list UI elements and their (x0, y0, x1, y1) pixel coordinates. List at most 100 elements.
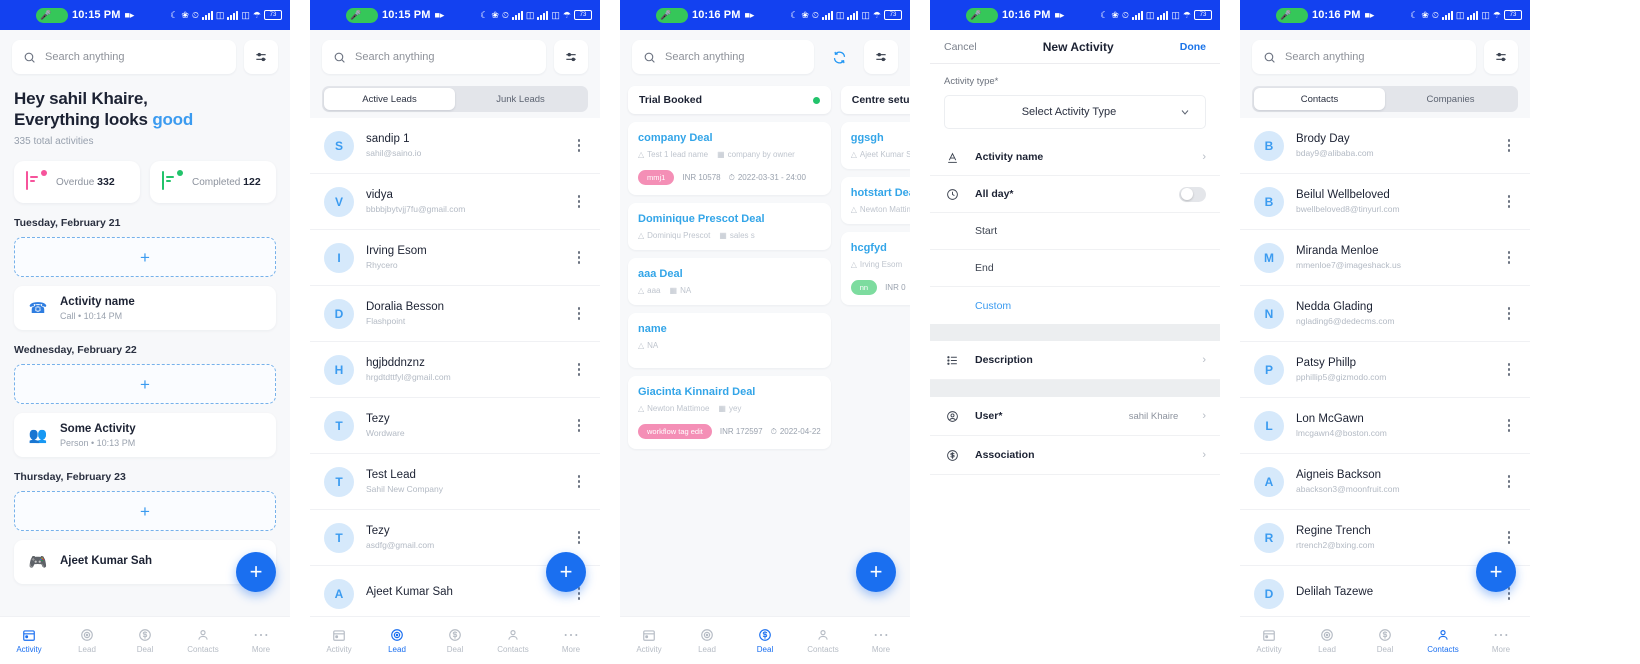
custom-link[interactable]: Custom (944, 300, 1011, 312)
activity-type-select[interactable]: Select Activity Type (944, 95, 1206, 129)
add-activity-slot[interactable]: + (14, 491, 276, 531)
row-menu-button[interactable] (572, 195, 586, 208)
tab-contacts[interactable]: Contacts (1254, 88, 1385, 110)
deal-card[interactable]: hotstart Deal △Newton Mattim (840, 177, 910, 224)
field-activity-name[interactable]: Activity name › (930, 139, 1220, 176)
deal-card[interactable]: hcgfyd △ Irving Esom nn INR 0 (840, 232, 910, 305)
list-item[interactable]: T Tezy Wordware (310, 398, 600, 454)
row-menu-button[interactable] (1502, 419, 1516, 432)
list-item[interactable]: S sandip 1 sahil@saino.io (310, 118, 600, 174)
list-item[interactable]: N Nedda Glading nglading6@dedecms.com (1240, 286, 1530, 342)
search-input[interactable]: Search anything (322, 40, 546, 74)
nav-activity[interactable]: Activity (1240, 627, 1298, 654)
search-input[interactable]: Search anything (632, 40, 814, 74)
all-day-toggle[interactable] (1179, 186, 1206, 202)
filter-button[interactable] (244, 40, 278, 74)
nav-lead[interactable]: Lead (368, 627, 426, 654)
list-item[interactable]: B Beilul Wellbeloved bwellbeloved8@tinyur… (1240, 174, 1530, 230)
row-menu-button[interactable] (572, 419, 586, 432)
nav-lead[interactable]: Lead (1298, 627, 1356, 654)
list-item[interactable]: I Irving Esom Rhycero (310, 230, 600, 286)
plus-icon: + (140, 374, 150, 394)
cancel-button[interactable]: Cancel (944, 41, 977, 53)
row-menu-button[interactable] (1502, 307, 1516, 320)
nav-deal[interactable]: Deal (1356, 627, 1414, 654)
row-menu-button[interactable] (572, 363, 586, 376)
row-menu-button[interactable] (572, 251, 586, 264)
add-fab[interactable]: + (1476, 552, 1516, 592)
tab-junk-leads[interactable]: Junk Leads (455, 88, 586, 110)
filter-button[interactable] (554, 40, 588, 74)
list-item[interactable]: T Test Lead Sahil New Company (310, 454, 600, 510)
company-icon: ▦ (717, 150, 725, 159)
activity-card[interactable]: 👥 Some Activity Person • 10:13 PM (14, 413, 276, 457)
list-item[interactable]: V vidya bbbbjbytvjj7fu@gmail.com (310, 174, 600, 230)
list-item[interactable]: L Lon McGawn lmcgawn4@boston.com (1240, 398, 1530, 454)
field-description[interactable]: Description › (930, 341, 1220, 380)
nav-lead[interactable]: Lead (58, 627, 116, 654)
field-association[interactable]: Association › (930, 436, 1220, 475)
row-menu-button[interactable] (572, 139, 586, 152)
nav-more[interactable]: ⋯ More (852, 627, 910, 655)
field-custom[interactable]: Custom (930, 287, 1220, 324)
field-user[interactable]: User* sahil Khaire › (930, 397, 1220, 436)
nav-more[interactable]: ⋯ More (542, 627, 600, 655)
search-input[interactable]: Search anything (1252, 40, 1476, 74)
stat-card-completed[interactable]: Completed 122 (150, 161, 276, 203)
row-menu-button[interactable] (1502, 195, 1516, 208)
done-button[interactable]: Done (1180, 41, 1206, 53)
row-menu-button[interactable] (1502, 475, 1516, 488)
deal-card[interactable]: Giacinta Kinnaird Deal △ Newton Mattimoe … (628, 376, 831, 449)
deal-card[interactable]: name △ NA (628, 313, 831, 368)
deal-card[interactable]: aaa Deal △ aaa ▦ NA (628, 258, 831, 305)
search-input[interactable]: Search anything (12, 40, 236, 74)
row-menu-button[interactable] (572, 531, 586, 544)
nav-activity[interactable]: Activity (310, 627, 368, 654)
add-fab[interactable]: + (856, 552, 896, 592)
nav-lead[interactable]: Lead (678, 627, 736, 654)
field-all-day[interactable]: All day* (930, 176, 1220, 213)
nav-more[interactable]: ⋯ More (1472, 627, 1530, 655)
add-fab[interactable]: + (546, 552, 586, 592)
nav-deal[interactable]: Deal (116, 627, 174, 654)
nav-more[interactable]: ⋯ More (232, 627, 290, 655)
list-item[interactable]: M Miranda Menloe mmenloe7@imageshack.us (1240, 230, 1530, 286)
list-item[interactable]: D Doralia Besson Flashpoint (310, 286, 600, 342)
deal-card[interactable]: ggsgh △Ajeet Kumar Sa (840, 122, 910, 169)
column-header[interactable]: Centre setup no (840, 86, 910, 114)
nav-contacts[interactable]: Contacts (1414, 627, 1472, 654)
nav-activity[interactable]: Activity (620, 627, 678, 654)
row-menu-button[interactable] (1502, 139, 1516, 152)
filter-button[interactable] (864, 40, 898, 74)
row-menu-button[interactable] (572, 307, 586, 320)
activity-card[interactable]: ☎ Activity name Call • 10:14 PM (14, 286, 276, 330)
nav-deal[interactable]: Deal (736, 627, 794, 654)
column-header[interactable]: Trial Booked (628, 86, 831, 114)
deal-card[interactable]: Dominique Prescot Deal △ Dominiqu Prescot… (628, 203, 831, 250)
list-item[interactable]: A Aigneis Backson abackson3@moonfruit.com (1240, 454, 1530, 510)
list-item[interactable]: P Patsy Phillp pphillip5@gizmodo.com (1240, 342, 1530, 398)
nav-activity[interactable]: Activity (0, 627, 58, 654)
field-start[interactable]: Start (930, 213, 1220, 250)
refresh-button[interactable] (822, 40, 856, 74)
deal-card[interactable]: company Deal △ Test 1 lead name ▦ company … (628, 122, 831, 195)
add-activity-slot[interactable]: + (14, 237, 276, 277)
filter-button[interactable] (1484, 40, 1518, 74)
row-menu-button[interactable] (1502, 531, 1516, 544)
tab-companies[interactable]: Companies (1385, 88, 1516, 110)
list-item[interactable]: H hgjbddnznz hrgdtdttfyl@gmail.com (310, 342, 600, 398)
tab-active-leads[interactable]: Active Leads (324, 88, 455, 110)
stat-card-overdue[interactable]: Overdue 332 (14, 161, 140, 203)
nav-contacts[interactable]: Contacts (174, 627, 232, 654)
row-menu-button[interactable] (1502, 251, 1516, 264)
list-item[interactable]: B Brody Day bday9@alibaba.com (1240, 118, 1530, 174)
row-menu-button[interactable] (1502, 363, 1516, 376)
field-end[interactable]: End (930, 250, 1220, 287)
nav-contacts[interactable]: Contacts (484, 627, 542, 654)
contact-name: Nedda Glading (1296, 301, 1373, 313)
add-fab[interactable]: + (236, 552, 276, 592)
nav-deal[interactable]: Deal (426, 627, 484, 654)
row-menu-button[interactable] (572, 475, 586, 488)
add-activity-slot[interactable]: + (14, 364, 276, 404)
nav-contacts[interactable]: Contacts (794, 627, 852, 654)
